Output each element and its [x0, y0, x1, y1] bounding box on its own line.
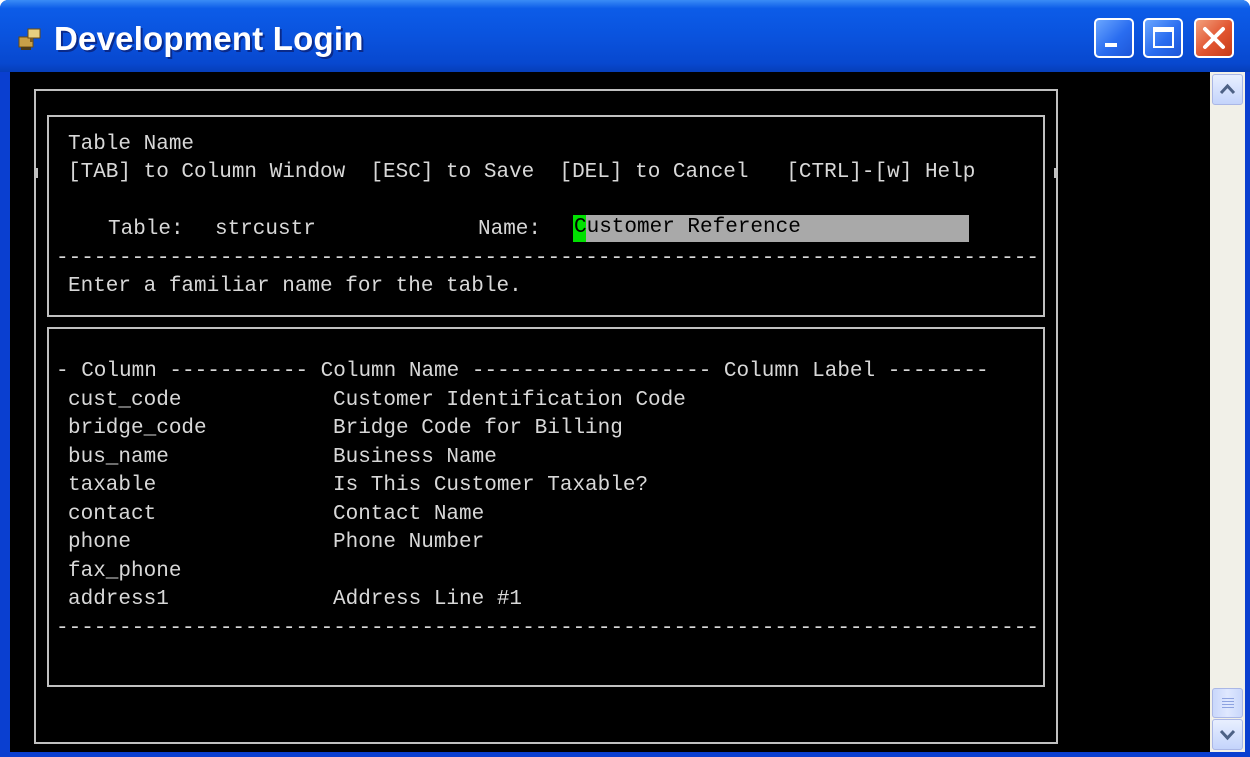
chevron-up-icon [1219, 83, 1236, 95]
column-name: Business Name [333, 446, 497, 469]
window-bottom-border [0, 752, 1250, 757]
column-row[interactable]: phone [68, 531, 131, 555]
column-name: Is This Customer Taxable? [333, 474, 649, 497]
terminal: Table Name [TAB] to Column Window [ESC] … [10, 72, 1210, 752]
scroll-thumb[interactable] [1212, 688, 1243, 718]
console-area[interactable]: Table Name [TAB] to Column Window [ESC] … [10, 72, 1210, 752]
table-label: Table: [108, 218, 184, 241]
scroll-up-button[interactable] [1212, 74, 1243, 105]
close-button[interactable] [1194, 18, 1234, 58]
column-row[interactable]: fax_phone [68, 560, 181, 584]
grip-line [1222, 698, 1234, 699]
title-bar[interactable]: Development Login [0, 0, 1250, 72]
divider: ----------------------------------------… [56, 247, 1039, 270]
minimize-icon [1105, 43, 1117, 47]
column-name: Address Line #1 [333, 588, 523, 611]
column-name: Customer Identification Code [333, 389, 686, 412]
help-line: [TAB] to Column Window [ESC] to Save [DE… [68, 161, 976, 184]
minimize-button[interactable] [1094, 18, 1134, 58]
name-label: Name: [478, 218, 542, 241]
grip-line [1222, 704, 1234, 705]
name-input[interactable]: Customer Reference [573, 215, 969, 242]
window-left-border [0, 72, 10, 757]
vertical-scrollbar[interactable] [1210, 72, 1245, 752]
column-row[interactable]: address1 [68, 588, 169, 612]
maximize-button[interactable] [1143, 18, 1183, 58]
grip-line [1222, 701, 1234, 702]
window: Development Login Table Name [TAB] to Co… [0, 0, 1250, 757]
scroll-down-button[interactable] [1212, 719, 1243, 750]
window-right-border [1245, 72, 1250, 757]
column-row[interactable]: bridge_code [68, 417, 207, 441]
column-row[interactable]: contact [68, 503, 156, 527]
column-name: Bridge Code for Billing [333, 417, 623, 440]
column-row[interactable]: bus_name [68, 446, 169, 470]
frame-tick [36, 168, 38, 178]
hint-text: Enter a familiar name for the table. [68, 275, 522, 298]
column-footer: ----------------------------------------… [56, 617, 1039, 640]
window-title: Development Login [54, 20, 364, 57]
column-row[interactable]: cust_code [68, 389, 181, 413]
app-icon[interactable] [16, 25, 44, 53]
frame-tick [1054, 168, 1056, 178]
maximize-icon [1153, 27, 1174, 48]
close-icon [1203, 27, 1225, 49]
chevron-down-icon [1219, 729, 1236, 741]
column-name: Phone Number [333, 531, 485, 554]
grip-line [1222, 707, 1234, 708]
column-name: Contact Name [333, 503, 485, 526]
panel-heading: Table Name [68, 133, 195, 156]
column-row[interactable]: taxable [68, 474, 156, 498]
name-input-value: Customer Reference [574, 216, 801, 239]
column-header: - Column ----------- Column Name -------… [56, 360, 989, 383]
table-value: strcustr [215, 218, 316, 241]
